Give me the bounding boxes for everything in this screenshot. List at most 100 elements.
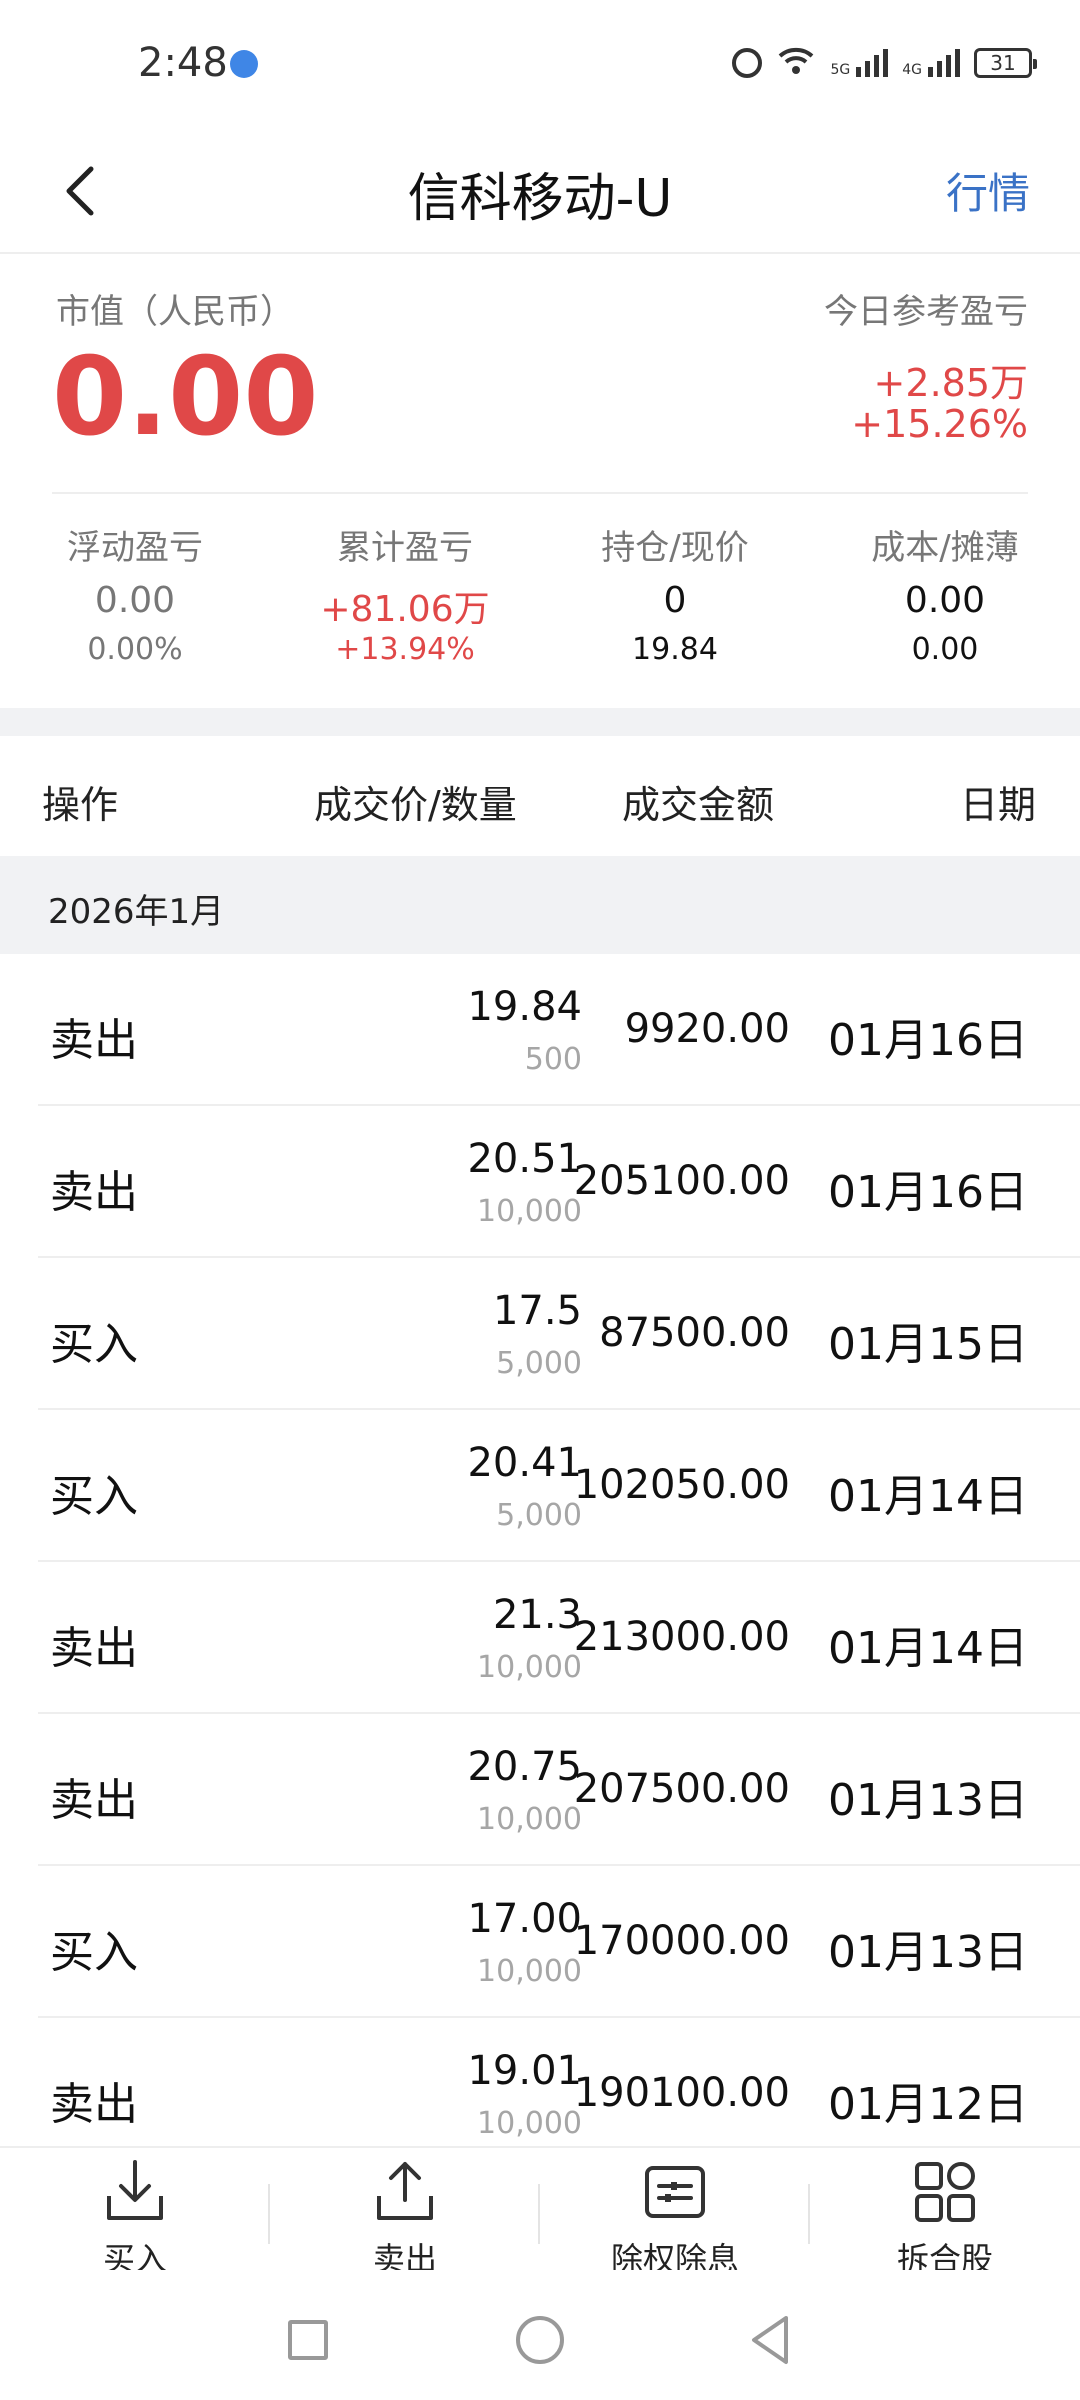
row-amount: 207500.00 xyxy=(573,1766,790,1812)
table-header: 操作 成交价/数量 成交金额 日期 xyxy=(0,736,1080,856)
stat-value: +81.06万 xyxy=(320,589,490,630)
month-group-header: 2026年1月 xyxy=(0,856,1080,954)
row-date: 01月13日 xyxy=(828,1927,1028,1978)
wifi-icon xyxy=(776,44,816,82)
row-operation: 卖出 xyxy=(50,2079,138,2130)
today-pl-label: 今日参考盈亏 xyxy=(824,292,1028,332)
row-operation: 卖出 xyxy=(50,1167,138,1218)
row-operation: 买入 xyxy=(50,1319,138,1370)
table-row[interactable]: 卖出 20.75 10,000 207500.00 01月13日 xyxy=(38,1714,1080,1866)
row-quantity: 10,000 xyxy=(477,2106,582,2141)
row-quantity: 5,000 xyxy=(496,1346,582,1381)
today-pl-percent: +15.26% xyxy=(851,402,1028,446)
row-amount: 190100.00 xyxy=(573,2070,790,2116)
globe-icon xyxy=(230,50,258,78)
row-quantity: 10,000 xyxy=(477,1194,582,1229)
header-amount: 成交金额 xyxy=(622,783,775,827)
header-operation: 操作 xyxy=(42,783,119,827)
row-amount: 170000.00 xyxy=(573,1918,790,1964)
stat-subvalue: +13.94% xyxy=(335,632,475,667)
row-price: 20.51 xyxy=(467,1136,582,1182)
system-back-button[interactable] xyxy=(748,2314,792,2366)
stat-subvalue: 0.00 xyxy=(911,632,979,667)
section-gap xyxy=(0,708,1080,736)
net2-label: 4G xyxy=(902,62,922,78)
status-time: 2:48 xyxy=(138,40,228,86)
row-date: 01月15日 xyxy=(828,1319,1028,1370)
row-quantity: 10,000 xyxy=(477,1954,582,1989)
row-operation: 卖出 xyxy=(50,1623,138,1674)
row-price: 17.5 xyxy=(492,1288,582,1334)
nav-bar: 信科移动-U 行情 xyxy=(0,130,1080,254)
stat-holding-price: 持仓/现价 0 19.84 xyxy=(540,520,810,667)
market-value: 0.00 xyxy=(52,335,319,460)
battery-icon: 31 xyxy=(974,48,1037,78)
row-quantity: 500 xyxy=(524,1042,582,1077)
row-operation: 卖出 xyxy=(50,1775,138,1826)
stat-value: 0 xyxy=(663,580,687,621)
stat-cumulative-pl: 累计盈亏 +81.06万 +13.94% xyxy=(270,520,540,667)
sliders-icon xyxy=(645,2166,705,2218)
home-button[interactable] xyxy=(516,2316,564,2364)
system-nav-bar xyxy=(0,2270,1080,2400)
stat-subvalue: 19.84 xyxy=(632,632,718,667)
row-date: 01月14日 xyxy=(828,1623,1028,1674)
row-price: 19.01 xyxy=(467,2048,582,2094)
row-quantity: 10,000 xyxy=(477,1650,582,1685)
table-row[interactable]: 买入 20.41 5,000 102050.00 01月14日 xyxy=(38,1410,1080,1562)
row-amount: 9920.00 xyxy=(624,1006,790,1052)
row-date: 01月14日 xyxy=(828,1471,1028,1522)
row-quantity: 10,000 xyxy=(477,1802,582,1837)
stat-label: 成本/摊薄 xyxy=(871,528,1019,568)
trade-list: 卖出 19.84 500 9920.00 01月16日 卖出 20.51 10,… xyxy=(0,954,1080,2168)
buy-button[interactable]: 买入 xyxy=(0,2148,270,2278)
row-amount: 102050.00 xyxy=(573,1462,790,1508)
grid-icon xyxy=(915,2162,975,2222)
row-operation: 卖出 xyxy=(50,1015,138,1066)
table-row[interactable]: 买入 17.5 5,000 87500.00 01月15日 xyxy=(38,1258,1080,1410)
table-row[interactable]: 卖出 21.3 10,000 213000.00 01月14日 xyxy=(38,1562,1080,1714)
market-quote-link[interactable]: 行情 xyxy=(946,160,1030,221)
row-date: 01月13日 xyxy=(828,1775,1028,1826)
stat-label: 浮动盈亏 xyxy=(67,528,203,568)
net1-label: 5G xyxy=(830,62,851,78)
today-pl-amount: +2.85万 xyxy=(873,361,1028,405)
header-price-qty: 成交价/数量 xyxy=(314,783,517,827)
table-row[interactable]: 卖出 19.84 500 9920.00 01月16日 xyxy=(38,954,1080,1106)
stat-label: 持仓/现价 xyxy=(601,528,749,568)
download-tray-icon xyxy=(107,2160,163,2220)
row-price: 20.41 xyxy=(467,1440,582,1486)
recent-apps-button[interactable] xyxy=(288,2320,328,2360)
row-date: 01月16日 xyxy=(828,1167,1028,1218)
stat-label: 累计盈亏 xyxy=(337,528,473,568)
status-bar: 2:48 5G 4G 31 xyxy=(0,0,1080,130)
page-title: 信科移动-U xyxy=(407,169,673,229)
row-price: 21.3 xyxy=(492,1592,582,1638)
status-icons: 5G 4G 31 xyxy=(732,44,1037,82)
stats-row: 浮动盈亏 0.00 0.00% 累计盈亏 +81.06万 +13.94% 持仓/… xyxy=(0,520,1080,667)
table-row[interactable]: 买入 17.00 10,000 170000.00 01月13日 xyxy=(38,1866,1080,2018)
stat-cost: 成本/摊薄 0.00 0.00 xyxy=(810,520,1080,667)
row-date: 01月12日 xyxy=(828,2079,1028,2130)
row-amount: 205100.00 xyxy=(573,1158,790,1204)
row-date: 01月16日 xyxy=(828,1015,1028,1066)
sell-button[interactable]: 卖出 xyxy=(270,2148,540,2278)
market-value-label: 市值（人民币） xyxy=(56,292,294,332)
row-price: 17.00 xyxy=(467,1896,582,1942)
bottom-toolbar: 买入 卖出 除权除息 拆合股 xyxy=(0,2146,1080,2278)
alarm-icon xyxy=(732,48,763,78)
row-operation: 买入 xyxy=(50,1471,138,1522)
stat-floating-pl: 浮动盈亏 0.00 0.00% xyxy=(0,520,270,667)
stat-value: 0.00 xyxy=(904,580,986,621)
summary-divider xyxy=(52,492,1028,494)
stat-value: 0.00 xyxy=(94,580,176,621)
row-amount: 87500.00 xyxy=(599,1310,790,1356)
position-summary: 市值（人民币） 0.00 今日参考盈亏 +2.85万 +15.26% 浮动盈亏 … xyxy=(0,254,1080,708)
dividend-button[interactable]: 除权除息 xyxy=(540,2148,810,2278)
row-quantity: 5,000 xyxy=(496,1498,582,1533)
table-row[interactable]: 卖出 20.51 10,000 205100.00 01月16日 xyxy=(38,1106,1080,1258)
split-merge-button[interactable]: 拆合股 xyxy=(810,2148,1080,2278)
stat-subvalue: 0.00% xyxy=(87,632,183,667)
upload-tray-icon xyxy=(377,2162,433,2220)
row-amount: 213000.00 xyxy=(573,1614,790,1660)
